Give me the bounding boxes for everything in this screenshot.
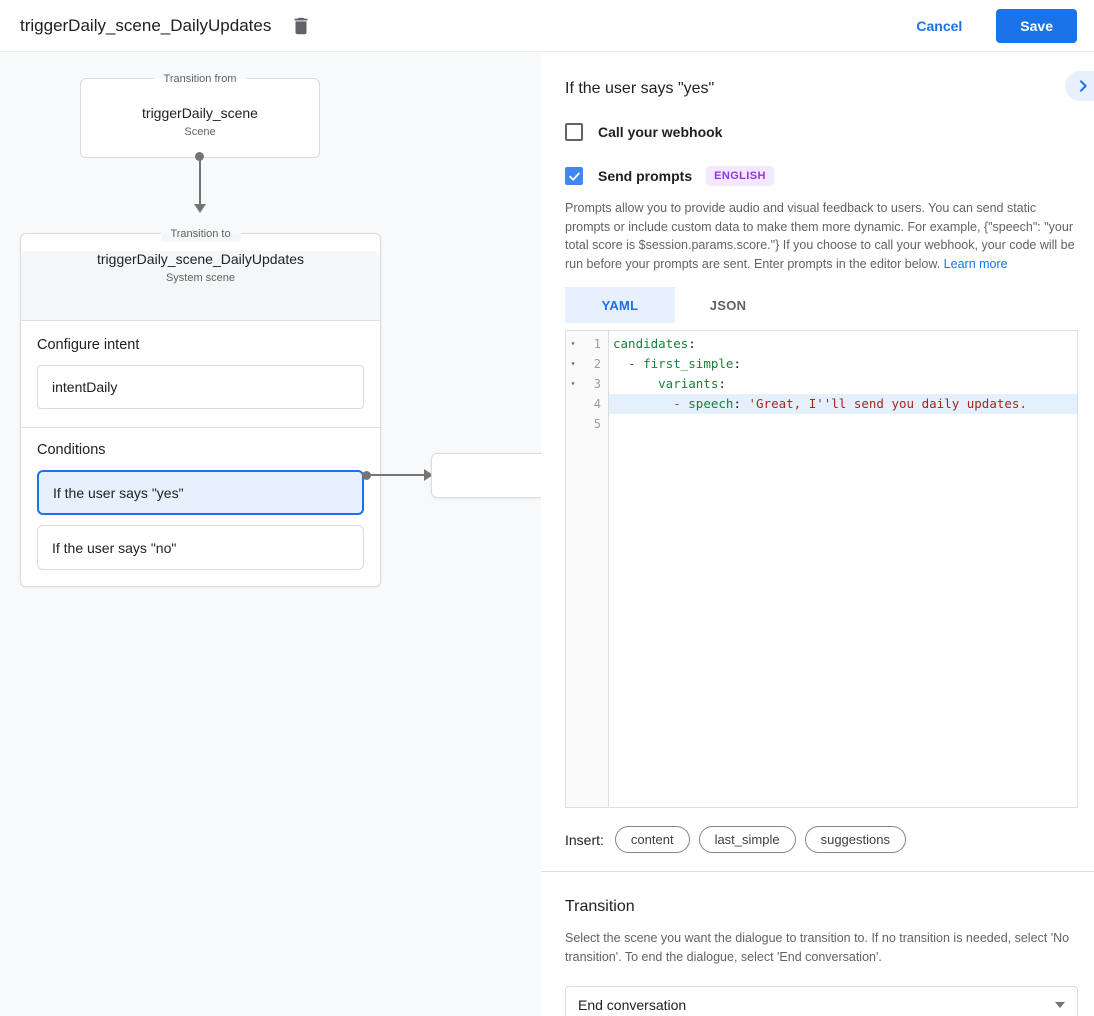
learn-more-link[interactable]: Learn more (944, 257, 1008, 271)
to-scene-type: System scene (21, 272, 380, 284)
page-title: triggerDaily_scene_DailyUpdates (20, 16, 271, 36)
gutter-line-2[interactable]: ▾2 (566, 354, 608, 374)
line-number: 5 (580, 414, 608, 434)
conditions-heading: Conditions (37, 442, 364, 458)
send-prompts-checkbox[interactable] (565, 167, 583, 185)
editor-gutter: ▾1▾2▾345 (566, 331, 609, 807)
code-line-4[interactable]: - speech: 'Great, I''ll send you daily u… (609, 394, 1077, 414)
line-number: 2 (580, 354, 608, 374)
webhook-label: Call your webhook (598, 124, 722, 140)
chevron-right-icon (1075, 78, 1091, 94)
from-scene-type: Scene (81, 126, 319, 138)
insert-chips: content last_simple suggestions (615, 826, 915, 853)
insert-chip-last_simple[interactable]: last_simple (699, 826, 796, 853)
flow-node-condition-target[interactable] (431, 453, 541, 498)
prompts-description: Prompts allow you to provide audio and v… (565, 199, 1078, 273)
insert-chip-content[interactable]: content (615, 826, 690, 853)
condition-item-yes[interactable]: If the user says "yes" (37, 470, 364, 515)
configure-intent-section: Configure intent (21, 321, 380, 428)
dropdown-caret-icon (1055, 1002, 1065, 1008)
panel-divider (541, 871, 1094, 872)
tab-json[interactable]: JSON (675, 287, 781, 323)
webhook-checkbox[interactable] (565, 123, 583, 141)
tab-yaml[interactable]: YAML (565, 287, 675, 323)
send-prompts-label: Send prompts (598, 168, 692, 184)
fold-arrow-icon[interactable]: ▾ (566, 354, 580, 374)
code-line-5[interactable] (609, 414, 1077, 434)
transition-from-label: Transition from (154, 71, 247, 87)
language-badge: ENGLISH (706, 166, 774, 186)
gutter-line-3[interactable]: ▾3 (566, 374, 608, 394)
send-prompts-checkbox-row[interactable]: Send prompts ENGLISH (565, 166, 1078, 186)
code-line-1[interactable]: candidates: (609, 334, 1077, 354)
connector-arrowhead-down (194, 204, 206, 213)
to-scene-header: triggerDaily_scene_DailyUpdates System s… (21, 251, 380, 321)
cancel-button[interactable]: Cancel (916, 18, 962, 34)
from-scene-title: triggerDaily_scene (81, 105, 319, 121)
transition-dropdown[interactable]: End conversation (565, 986, 1078, 1016)
transition-dropdown-value: End conversation (578, 997, 686, 1013)
to-scene-title: triggerDaily_scene_DailyUpdates (21, 251, 380, 267)
top-bar: triggerDaily_scene_DailyUpdates Cancel S… (0, 0, 1094, 52)
connector-line-horizontal (370, 474, 424, 476)
details-panel: If the user says "yes" Call your webhook… (541, 52, 1094, 1016)
gutter-line-1[interactable]: ▾1 (566, 334, 608, 354)
flow-node-transition-from[interactable]: Transition from triggerDaily_scene Scene (80, 78, 320, 158)
intent-field[interactable] (37, 365, 364, 409)
insert-chip-suggestions[interactable]: suggestions (805, 826, 906, 853)
condition-panel-heading: If the user says "yes" (565, 80, 1078, 98)
editor-format-tabs: YAML JSON (565, 287, 1078, 323)
line-number: 4 (580, 394, 608, 414)
delete-scene-button[interactable] (289, 14, 313, 38)
trash-icon (290, 15, 312, 37)
configure-intent-heading: Configure intent (37, 337, 364, 353)
checkmark-icon (568, 170, 581, 183)
line-number: 1 (580, 334, 608, 354)
save-button[interactable]: Save (996, 9, 1077, 43)
code-line-2[interactable]: - first_simple: (609, 354, 1077, 374)
fold-arrow-icon[interactable]: ▾ (566, 374, 580, 394)
insert-row: Insert: content last_simple suggestions (565, 826, 1078, 853)
condition-item-no[interactable]: If the user says "no" (37, 525, 364, 570)
code-line-3[interactable]: variants: (609, 374, 1077, 394)
fold-arrow-icon[interactable]: ▾ (566, 334, 580, 354)
webhook-checkbox-row[interactable]: Call your webhook (565, 123, 1078, 141)
flow-node-transition-to[interactable]: Transition to triggerDaily_scene_DailyUp… (20, 233, 381, 587)
transition-description: Select the scene you want the dialogue t… (565, 929, 1078, 967)
gutter-line-4: 4 (566, 394, 608, 414)
gutter-line-5: 5 (566, 414, 608, 434)
connector-line-vertical (199, 160, 201, 204)
collapse-panel-button[interactable] (1065, 71, 1094, 101)
transition-to-label: Transition to (160, 226, 240, 242)
insert-label: Insert: (565, 832, 604, 848)
conditions-section: Conditions If the user says "yes" If the… (21, 428, 380, 586)
flow-canvas: Transition from triggerDaily_scene Scene… (0, 52, 541, 1016)
line-number: 3 (580, 374, 608, 394)
transition-heading: Transition (565, 898, 1078, 916)
main-area: Transition from triggerDaily_scene Scene… (0, 52, 1094, 1016)
prompt-code-editor[interactable]: ▾1▾2▾345 candidates: - first_simple: var… (565, 330, 1078, 808)
editor-code[interactable]: candidates: - first_simple: variants: - … (609, 331, 1077, 807)
